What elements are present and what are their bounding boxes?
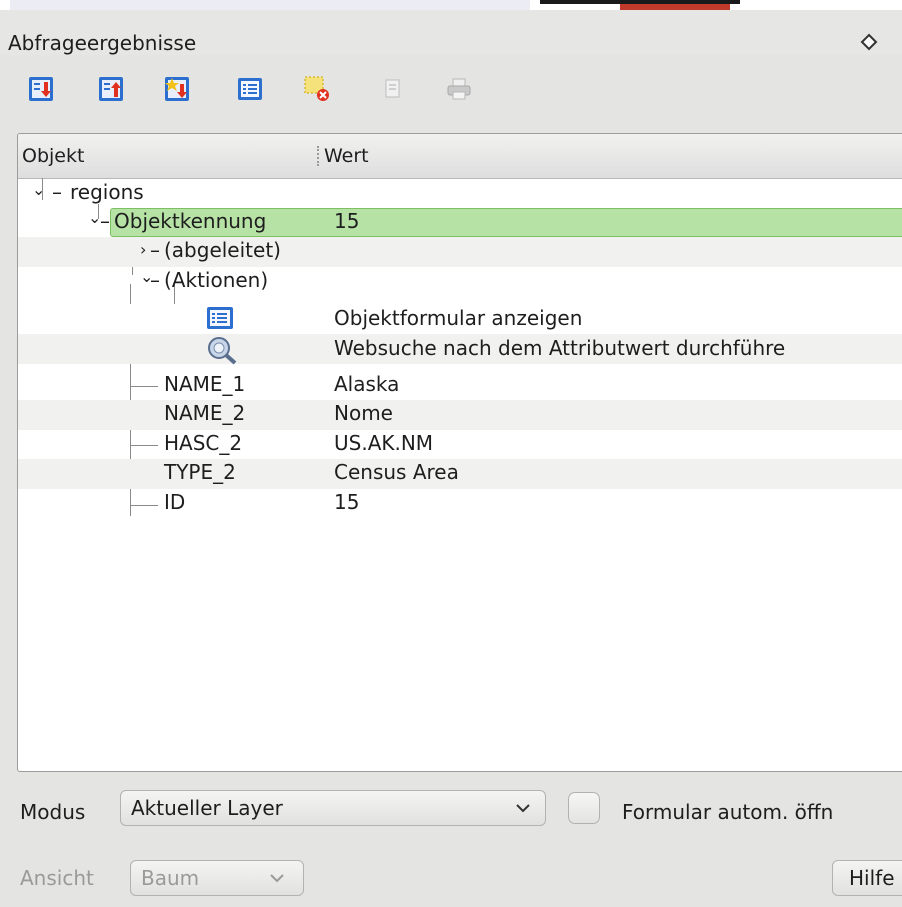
column-separator[interactable] xyxy=(317,146,321,166)
results-tree[interactable]: Objekt Wert ⌄ – regions ⌄ – Objektkennun… xyxy=(17,133,902,772)
action-label: Websuche nach dem Attributwert durchführ… xyxy=(334,336,786,360)
derived-label: (abgeleitet) xyxy=(164,238,281,262)
mode-label: Modus xyxy=(20,800,86,824)
form-icon xyxy=(207,307,233,329)
collapsed-arrow-icon[interactable]: › xyxy=(140,240,146,259)
dock-title-bar: Abfrageergebnisse xyxy=(0,10,902,55)
float-panel-icon[interactable] xyxy=(860,33,878,51)
action-row[interactable]: Objektformular anzeigen xyxy=(18,304,902,334)
attribute-row[interactable]: NAME_2 Nome xyxy=(18,400,902,430)
auto-open-checkbox[interactable] xyxy=(568,792,600,824)
auto-open-label: Formular autom. öffn xyxy=(622,800,834,824)
tree-row-derived[interactable]: › – (abgeleitet) xyxy=(18,237,902,267)
attribute-row[interactable]: HASC_2 US.AK.NM xyxy=(18,430,902,460)
open-form-button[interactable] xyxy=(235,74,265,104)
attribute-value: Census Area xyxy=(334,460,459,484)
expand-new-results-button[interactable] xyxy=(162,74,192,104)
collapse-tree-button[interactable] xyxy=(96,74,126,104)
web-search-icon xyxy=(208,337,237,365)
copy-icon xyxy=(385,79,400,98)
collapse-tree-icon xyxy=(99,77,123,101)
expand-new-results-icon xyxy=(165,77,189,101)
feature-label: Objektkennung xyxy=(114,209,267,233)
column-header-object[interactable]: Objekt xyxy=(22,145,84,167)
tree-header: Objekt Wert xyxy=(18,134,902,179)
attribute-value: Nome xyxy=(334,401,393,425)
mode-select[interactable]: Aktueller Layer xyxy=(120,790,546,826)
action-row[interactable]: Websuche nach dem Attributwert durchführ… xyxy=(18,334,902,365)
chevron-down-icon xyxy=(270,874,284,883)
attribute-name: HASC_2 xyxy=(164,431,243,455)
panel-title: Abfrageergebnisse xyxy=(8,31,197,55)
help-button[interactable]: Hilfe xyxy=(832,860,902,896)
tree-row-actions[interactable]: ⌄ – (Aktionen) xyxy=(18,267,902,297)
attribute-name: TYPE_2 xyxy=(164,460,236,484)
action-label: Objektformular anzeigen xyxy=(334,306,583,330)
clear-highlights-button[interactable] xyxy=(303,74,333,104)
view-label: Ansicht xyxy=(20,866,94,890)
attribute-name: NAME_2 xyxy=(164,401,246,425)
copy-button[interactable] xyxy=(378,74,408,104)
expand-tree-button[interactable] xyxy=(26,74,56,104)
feature-value: 15 xyxy=(334,209,360,233)
open-form-icon xyxy=(238,78,262,100)
attribute-value: US.AK.NM xyxy=(334,431,434,455)
view-select-value: Baum xyxy=(141,866,200,890)
print-button[interactable] xyxy=(444,74,474,104)
expand-tree-icon xyxy=(29,77,53,101)
attribute-row[interactable]: NAME_1 Alaska xyxy=(18,370,902,400)
attribute-row[interactable]: ID 15 xyxy=(18,489,902,519)
expand-arrow-icon[interactable]: ⌄ xyxy=(32,180,45,199)
mode-select-value: Aktueller Layer xyxy=(131,796,283,820)
attribute-value: 15 xyxy=(334,490,360,514)
chevron-down-icon xyxy=(516,804,530,813)
tree-row-layer[interactable]: ⌄ – regions xyxy=(18,178,902,208)
attribute-row[interactable]: TYPE_2 Census Area xyxy=(18,459,902,489)
view-select[interactable]: Baum xyxy=(130,860,304,896)
attribute-value: Alaska xyxy=(334,372,400,396)
help-button-label: Hilfe xyxy=(849,866,895,890)
clear-highlights-icon xyxy=(304,76,329,101)
attribute-name: NAME_1 xyxy=(164,372,246,396)
actions-label: (Aktionen) xyxy=(164,268,269,292)
print-icon xyxy=(447,78,471,100)
attribute-name: ID xyxy=(164,490,186,514)
tree-row-feature[interactable]: ⌄ – Objektkennung 15 xyxy=(18,207,902,237)
top-strip xyxy=(0,0,902,11)
column-header-value[interactable]: Wert xyxy=(324,145,369,167)
layer-name: regions xyxy=(70,180,144,204)
